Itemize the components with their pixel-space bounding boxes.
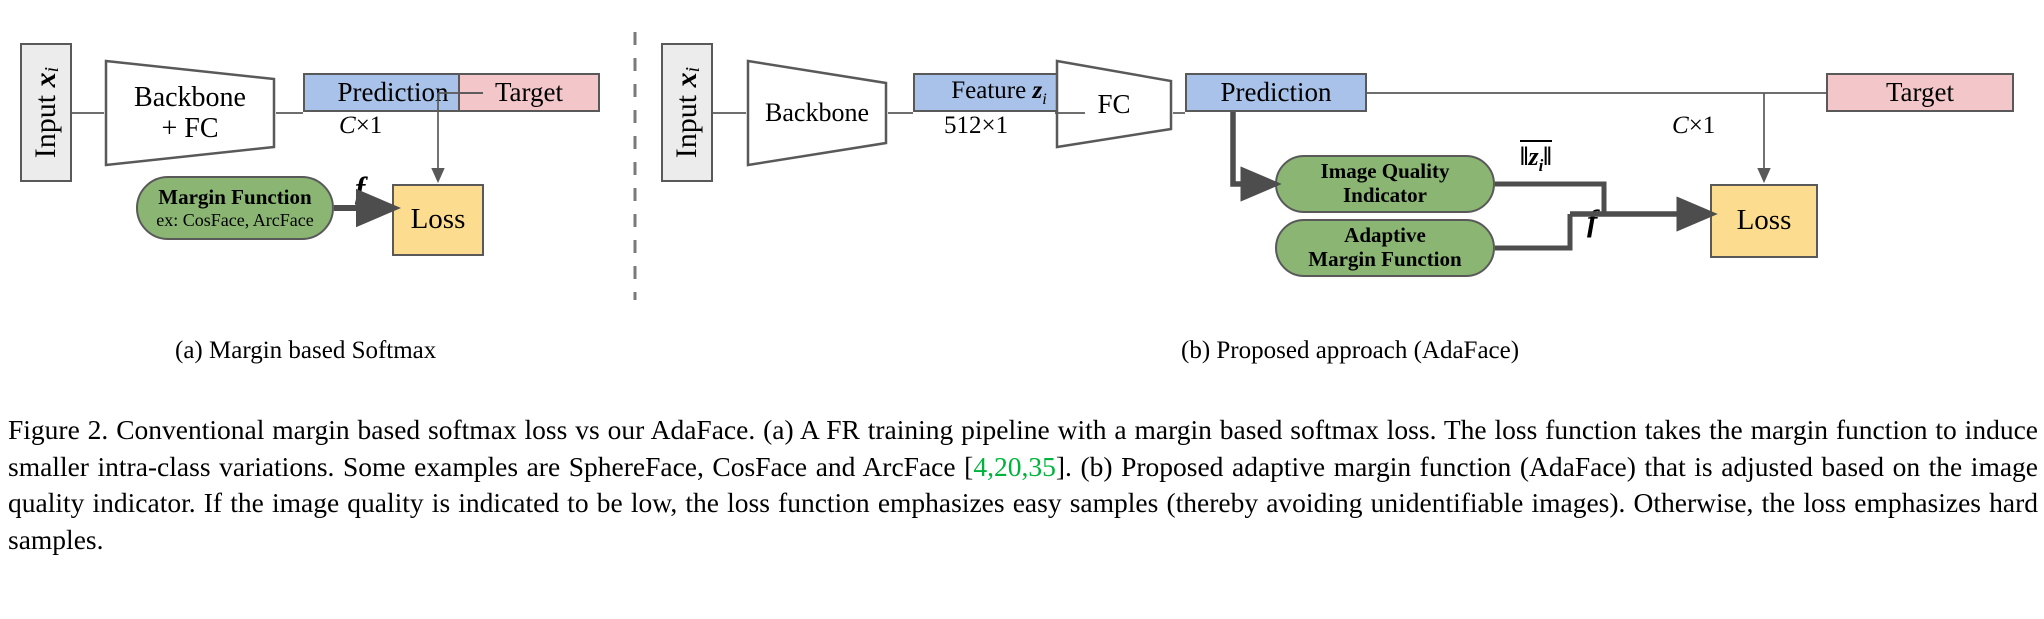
panel-b-sub-caption-text: (b) Proposed approach (AdaFace): [1181, 337, 1520, 364]
figure-root: Input xi Backbone + FC Prediction C×1 Ta…: [0, 0, 2044, 619]
panel-a-margin-function-pill: Margin Function ex: CosFace, ArcFace: [136, 176, 334, 240]
panel-b-feature-sub: i: [1042, 89, 1047, 108]
panel-a-f-text: f: [355, 170, 366, 205]
panel-b-amf-line2: Margin Function: [1308, 247, 1462, 271]
panel-b-adaptive-margin-function-pill: Adaptive Margin Function: [1275, 219, 1495, 277]
panel-a-margin-examples: ex: CosFace, ArcFace: [156, 209, 314, 230]
panel-b-prediction-box: Prediction: [1185, 73, 1367, 112]
panel-b-backbone-text: Backbone: [746, 59, 888, 167]
panel-b-iqi-line1: Image Quality: [1320, 159, 1450, 184]
panel-b-loss-label: Loss: [1736, 204, 1792, 237]
panel-b-znorm-hat: ‖zi‖: [1520, 140, 1552, 175]
panel-a-sub-caption-text: (a) Margin based Softmax: [175, 337, 437, 364]
panel-a-prediction-dim-rest: ×1: [355, 112, 383, 139]
panel-b-feature-dim: 512×1: [944, 112, 1008, 140]
panel-b-prediction-dim-rest: ×1: [1688, 112, 1716, 139]
panel-a-input-text: Input xi: [29, 67, 63, 158]
panel-a-prediction-box: Prediction: [303, 73, 483, 112]
caption-line-2b: ].: [1055, 450, 1072, 482]
panel-b-fc-label: FC: [1097, 88, 1131, 119]
panel-a-prediction-label: Prediction: [337, 76, 449, 107]
panel-a-input-label: Input: [28, 94, 62, 159]
panel-b-image-quality-indicator-pill: Image Quality Indicator: [1275, 155, 1495, 213]
panel-b-input-var: x: [669, 72, 703, 88]
panel-b-feature-label: Feature: [951, 76, 1027, 104]
panel-b-f-text: f: [1587, 203, 1598, 238]
panel-b-prediction-dim: C×1: [1672, 112, 1715, 140]
panel-b-backbone-label: Backbone: [765, 98, 869, 127]
panel-b-amf-line1: Adaptive: [1344, 223, 1426, 248]
panel-a-margin-title: Margin Function: [158, 185, 312, 210]
panel-b-input-sub: i: [682, 66, 704, 73]
panel-b-feature-var: z: [1032, 76, 1043, 104]
panel-a-input-box: Input xi: [20, 43, 72, 182]
panel-b-input-text: Input xi: [670, 67, 704, 158]
panel-b-input-box: Input xi: [661, 43, 713, 182]
caption-citations: 4,20,35: [973, 450, 1056, 482]
panel-b-feature-text: Feature zi: [951, 77, 1046, 109]
panel-b-f-label: f: [1587, 203, 1597, 239]
panel-b-znorm-close: ‖: [1543, 142, 1552, 171]
caption-number: Figure 2.: [8, 414, 109, 445]
panel-b-iqi-line2: Indicator: [1343, 183, 1427, 207]
panel-b-znorm-label: ‖zi‖: [1520, 140, 1552, 175]
panel-b-sub-caption: (b) Proposed approach (AdaFace): [1181, 337, 1519, 365]
panel-b-prediction-label: Prediction: [1220, 76, 1332, 107]
panel-a-f-label: f: [355, 170, 365, 206]
panel-b-fc-text: FC: [1055, 59, 1173, 149]
panel-b-input-label: Input: [669, 94, 703, 159]
panel-a-input-var: x: [28, 72, 62, 88]
panel-a-backbone-line2: + FC: [161, 113, 219, 144]
panel-b-prediction-dim-var: C: [1672, 112, 1689, 139]
panel-a-input-sub: i: [41, 66, 63, 73]
panel-a-backbone-line1: Backbone: [134, 81, 246, 113]
panel-b-znorm-var: z: [1528, 142, 1539, 171]
panel-b-target-box: Target: [1826, 73, 2014, 112]
panel-a-sub-caption: (a) Margin based Softmax: [175, 337, 436, 365]
panel-a-target-box: Target: [458, 73, 600, 112]
panel-a-backbone-text: Backbone + FC: [104, 59, 276, 167]
panel-b-feature-dim-text: 512×1: [944, 112, 1009, 139]
panel-a-target-label: Target: [494, 76, 564, 107]
panel-a-prediction-dim: C×1: [339, 112, 382, 140]
panel-b-target-label: Target: [1885, 76, 1955, 107]
panel-b-loss-box: Loss: [1710, 184, 1818, 258]
panel-a-prediction-dim-var: C: [339, 112, 356, 139]
panel-a-loss-label: Loss: [410, 203, 466, 236]
panel-a-loss-box: Loss: [392, 184, 484, 256]
caption-line-1: Conventional margin based softmax loss v…: [116, 414, 1538, 445]
figure-caption: Figure 2. Conventional margin based soft…: [8, 412, 2038, 558]
